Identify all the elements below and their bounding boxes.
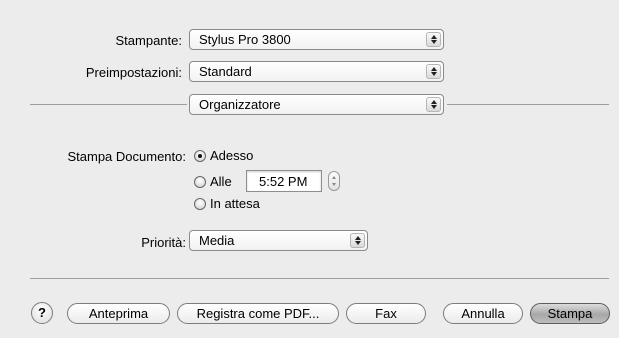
radio-button[interactable] <box>194 197 206 210</box>
print-button[interactable]: Stampa <box>530 303 610 324</box>
cancel-button[interactable]: Annulla <box>443 303 523 324</box>
question-mark-icon: ? <box>38 305 46 320</box>
fax-button[interactable]: Fax <box>346 303 426 324</box>
radio-on-hold[interactable]: In attesa <box>194 196 260 211</box>
printer-popup[interactable]: Stylus Pro 3800 <box>189 29 444 50</box>
radio-at-time-label: Alle <box>210 174 232 189</box>
priority-label: Priorità: <box>141 235 186 250</box>
popup-arrows-icon <box>426 32 441 47</box>
radio-button[interactable] <box>194 175 206 188</box>
printer-value: Stylus Pro 3800 <box>199 32 291 47</box>
printer-label: Stampante: <box>115 33 183 48</box>
time-field[interactable]: 5:52 PM <box>246 170 322 192</box>
bottom-separator <box>30 278 609 279</box>
radio-button-selected[interactable] <box>194 149 206 162</box>
popup-arrows-icon <box>350 233 365 248</box>
panel-value: Organizzatore <box>199 97 281 112</box>
radio-on-hold-label: In attesa <box>210 196 260 211</box>
presets-label: Preimpostazioni: <box>85 65 182 80</box>
priority-popup[interactable]: Media <box>189 230 368 251</box>
popup-arrows-icon <box>426 97 441 112</box>
popup-arrows-icon <box>426 64 441 79</box>
help-button[interactable]: ? <box>31 302 53 324</box>
time-value: 5:52 PM <box>259 174 308 189</box>
panel-popup[interactable]: Organizzatore <box>189 94 444 115</box>
radio-now[interactable]: Adesso <box>194 148 253 163</box>
radio-at-time[interactable]: Alle <box>194 174 232 189</box>
separator-left <box>30 104 187 105</box>
save-pdf-button[interactable]: Registra come PDF... <box>177 303 339 324</box>
separator-right <box>447 104 609 105</box>
priority-value: Media <box>199 233 235 248</box>
presets-value: Standard <box>199 64 252 79</box>
schedule-label: Stampa Documento: <box>67 149 186 164</box>
stepper-arrows-icon[interactable] <box>328 171 340 191</box>
radio-now-label: Adesso <box>210 148 254 163</box>
presets-popup[interactable]: Standard <box>189 61 444 82</box>
preview-button[interactable]: Anteprima <box>67 303 170 324</box>
